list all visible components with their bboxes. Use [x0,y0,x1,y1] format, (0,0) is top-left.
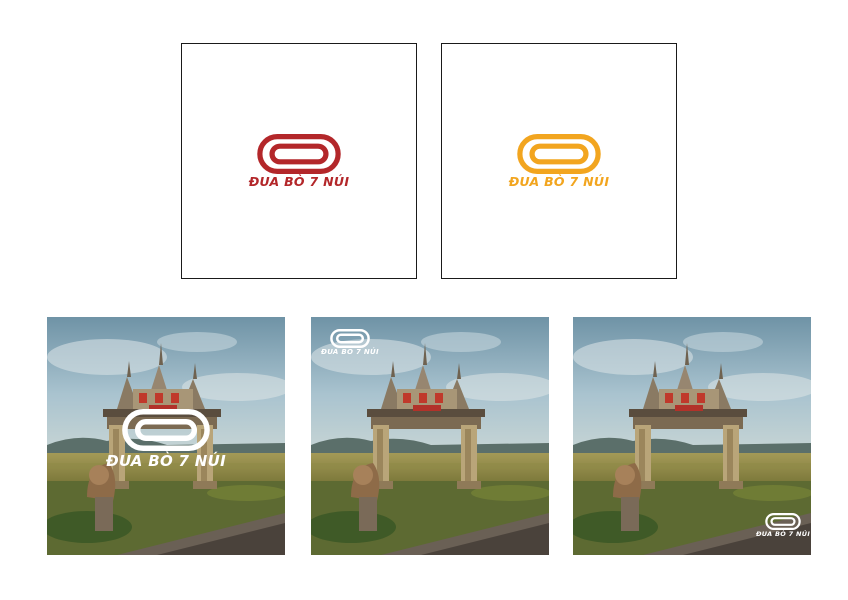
brand-logo-white-top-left: ĐUA BÒ 7 NÚI [321,329,379,356]
logo-panel-orange: ĐUA BÒ 7 NÚI [441,43,677,279]
brand-wordmark: ĐUA BÒ 7 NÚI [756,530,811,538]
racetrack-logo-icon [122,409,210,451]
photo-mockup-center-logo: ĐUA BÒ 7 NÚI [47,317,285,555]
racetrack-logo-icon [517,134,601,174]
brand-logo-orange: ĐUA BÒ 7 NÚI [442,134,676,189]
brand-wordmark: ĐUA BÒ 7 NÚI [321,348,379,356]
photo-mockup-top-left-logo: ĐUA BÒ 7 NÚI [311,317,549,555]
racetrack-logo-icon [257,134,341,174]
brand-logo-red: ĐUA BÒ 7 NÚI [182,134,416,189]
racetrack-logo-icon [330,329,370,348]
brand-wordmark: ĐUA BÒ 7 NÚI [106,452,226,470]
brand-wordmark: ĐUA BÒ 7 NÚI [248,174,350,189]
logo-panel-red: ĐUA BÒ 7 NÚI [181,43,417,279]
racetrack-logo-icon [765,513,801,530]
brand-logo-white-center: ĐUA BÒ 7 NÚI [47,409,285,469]
brand-logo-white-bottom-right: ĐUA BÒ 7 NÚI [756,513,810,538]
photo-mockup-bottom-right-logo: ĐUA BÒ 7 NÚI [573,317,811,555]
brand-wordmark: ĐUA BÒ 7 NÚI [508,174,610,189]
